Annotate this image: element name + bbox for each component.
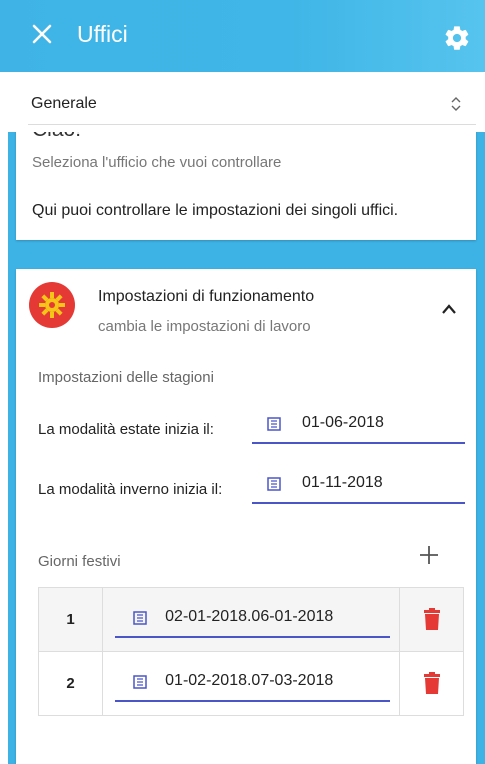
calendar-icon xyxy=(267,477,281,491)
winter-label: La modalità inverno inizia il: xyxy=(38,481,223,498)
calendar-icon xyxy=(133,611,147,625)
updown-icon xyxy=(451,97,461,111)
close-icon[interactable] xyxy=(30,22,54,46)
seasons-heading: Impostazioni delle stagioni xyxy=(38,369,214,386)
holiday-number: 1 xyxy=(37,587,104,652)
trash-icon[interactable] xyxy=(423,672,441,694)
sun-gear-icon xyxy=(39,292,65,318)
left-strip xyxy=(0,132,8,764)
chevron-up-icon[interactable] xyxy=(441,303,457,315)
settings-title: Impostazioni di funzionamento xyxy=(98,288,315,305)
greeting: Ciao! xyxy=(32,132,81,142)
delete-cell xyxy=(398,651,465,716)
table-row: 2 01-02-2018.07-03-2018 xyxy=(37,651,465,716)
summer-date-field[interactable]: 01-06-2018 xyxy=(252,408,465,444)
holiday-number: 2 xyxy=(37,651,104,716)
holidays-heading: Giorni festivi xyxy=(38,553,121,570)
gear-icon[interactable] xyxy=(443,24,471,52)
holiday-range-field[interactable]: 02-01-2018.06-01-2018 xyxy=(115,602,391,638)
office-selector[interactable]: Generale xyxy=(0,72,485,132)
content-area: Ciao! Seleziona l'ufficio che vuoi contr… xyxy=(0,132,485,764)
app-bar: Uffici xyxy=(0,0,485,72)
winter-date-field[interactable]: 01-11-2018 xyxy=(252,468,465,504)
holiday-range-field[interactable]: 01-02-2018.07-03-2018 xyxy=(115,666,391,702)
calendar-icon xyxy=(267,417,281,431)
table-row: 1 02-01-2018.06-01-2018 xyxy=(37,587,465,652)
intro-message: Qui puoi controllare le impostazioni dei… xyxy=(32,202,399,219)
intro-card: Ciao! Seleziona l'ufficio che vuoi contr… xyxy=(16,132,476,240)
holiday-range-cell: 02-01-2018.06-01-2018 xyxy=(102,587,400,652)
settings-card: Impostazioni di funzionamento cambia le … xyxy=(16,269,476,764)
summer-date-value: 01-06-2018 xyxy=(302,414,384,431)
calendar-icon xyxy=(133,675,147,689)
summer-label: La modalità estate inizia il: xyxy=(38,421,214,438)
settings-subtitle: cambia le impostazioni di lavoro xyxy=(98,318,311,335)
page-title: Uffici xyxy=(77,21,128,47)
holiday-range-value: 01-02-2018.07-03-2018 xyxy=(165,672,334,689)
divider xyxy=(28,124,476,125)
holiday-range-value: 02-01-2018.06-01-2018 xyxy=(165,608,334,625)
settings-avatar xyxy=(29,282,75,328)
holidays-table: 1 02-01-2018.06-01-2018 2 01-02-2018.07-… xyxy=(37,587,465,716)
holiday-range-cell: 01-02-2018.07-03-2018 xyxy=(102,651,400,716)
winter-date-value: 01-11-2018 xyxy=(302,474,383,491)
office-selector-value: Generale xyxy=(31,95,97,112)
trash-icon[interactable] xyxy=(423,608,441,630)
delete-cell xyxy=(398,587,465,652)
intro-subtitle: Seleziona l'ufficio che vuoi controllare xyxy=(32,154,282,171)
add-holiday-button[interactable] xyxy=(418,544,440,566)
